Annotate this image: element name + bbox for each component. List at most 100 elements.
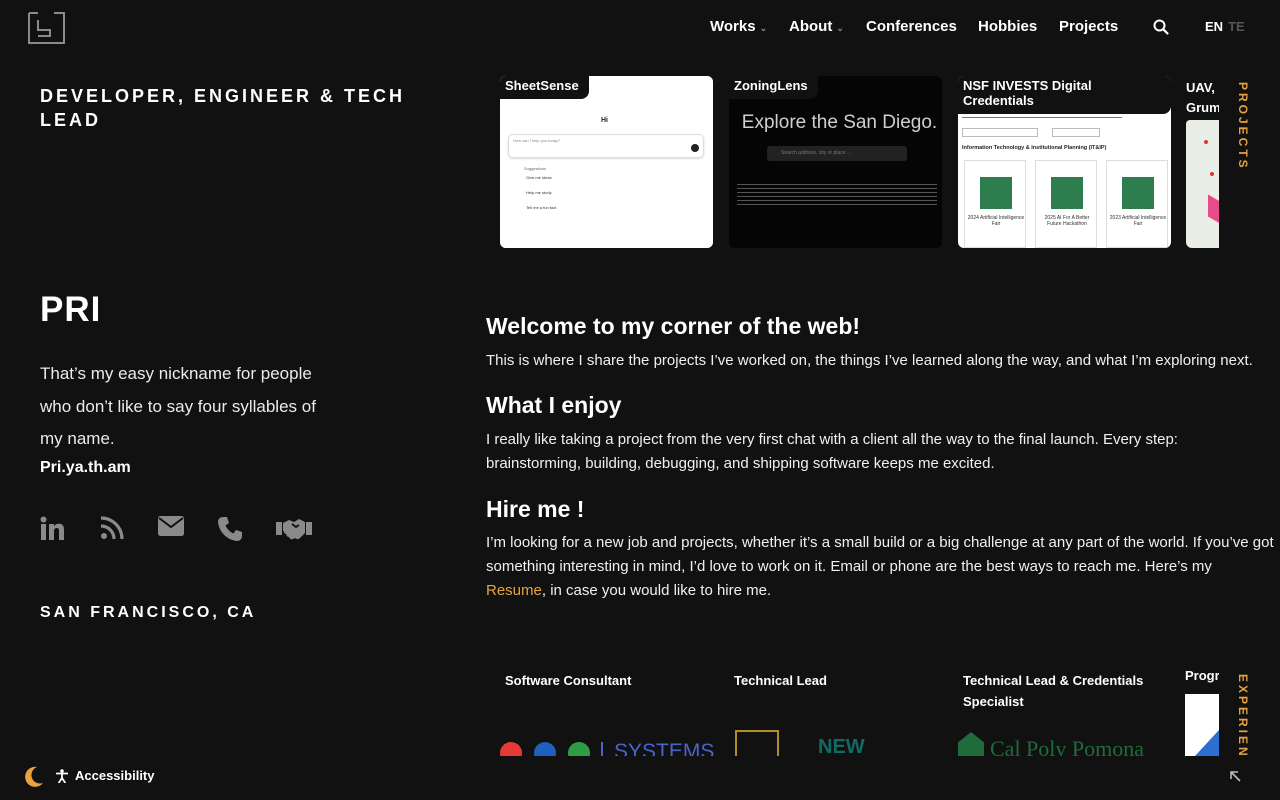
hire-text-before: I’m looking for a new job and projects, …	[486, 534, 1274, 575]
preview-text: Tell me a fun fact	[526, 205, 557, 210]
experience-section-tab[interactable]: EXPERIEN	[1236, 674, 1250, 756]
project-card-uav[interactable]: UAV, Grum	[1186, 76, 1219, 248]
badge-thumb	[1122, 177, 1154, 209]
preview-box: How can I help you today?	[508, 134, 704, 158]
preview-text: Suggestions	[524, 166, 547, 171]
nickname-heading: PRI	[40, 290, 102, 329]
preview-text: Give me ideas	[526, 175, 552, 180]
phone-icon[interactable]	[217, 516, 243, 542]
badge-card: 2024 Artificial Intelligence Fair	[964, 160, 1026, 248]
enjoy-text: I really like taking a project from the …	[486, 431, 1178, 472]
project-card-title: ZoningLens	[729, 76, 818, 99]
projects-section-tab[interactable]: PROJECTS	[1236, 82, 1250, 171]
accessibility-label: Accessibility	[75, 768, 155, 783]
role-title: DEVELOPER, ENGINEER & TECH LEAD	[40, 86, 406, 130]
experience-carousel: Software Consultant SYSTEMS Technical Le…	[500, 668, 1219, 756]
search-icon[interactable]	[1153, 19, 1169, 35]
project-card-title: UAV, Grum	[1186, 80, 1219, 115]
logo-divider	[601, 742, 603, 756]
logo-text: SYSTEMS	[614, 740, 715, 756]
enjoy-heading: What I enjoy	[486, 392, 622, 418]
rss-icon[interactable]	[100, 516, 124, 540]
company-logo: SYSTEMS	[500, 740, 715, 756]
preview-text: Information Technology & Institutional P…	[962, 145, 1107, 151]
company-logo	[1185, 694, 1219, 756]
company-logo-mark	[735, 730, 779, 756]
experience-title: Software Consultant	[505, 673, 632, 688]
map-marker	[1210, 172, 1214, 176]
nav-conferences[interactable]: Conferences	[866, 18, 957, 35]
nav-hobbies[interactable]: Hobbies	[978, 18, 1037, 35]
project-card-nsf-invests[interactable]: NSF INVESTS Digital Credentials Informat…	[958, 76, 1171, 248]
experience-title: Progr	[1185, 668, 1219, 683]
nav-about[interactable]: About ⌄	[789, 18, 844, 35]
language-switcher: EN TE	[1205, 19, 1245, 34]
chevron-down-icon: ⌄	[759, 23, 768, 33]
preview-text: Hi	[601, 117, 608, 124]
name-pronunciation: Pri.ya.th.am	[40, 459, 131, 476]
hire-text-after: , in case you would like to hire me.	[541, 582, 772, 599]
project-card-zoninglens[interactable]: ZoningLens Explore the San Diego. Search…	[729, 76, 942, 248]
nav-projects[interactable]: Projects	[1059, 18, 1118, 35]
nav-projects-label: Projects	[1059, 17, 1119, 35]
preview-text: 2024 Artificial Intelligence Fair	[967, 215, 1025, 227]
experience-title: Technical Lead & Credentials Specialist	[963, 673, 1144, 709]
welcome-text: This is where I share the projects I’ve …	[486, 352, 1253, 369]
nav-conferences-label: Conferences	[866, 17, 957, 35]
preview-paragraph	[737, 184, 937, 206]
projects-carousel: SheetSense Hi How can I help you today? …	[500, 76, 1219, 248]
logo-dot-green	[568, 742, 590, 756]
hire-heading: Hire me !	[486, 496, 585, 522]
nav-works-label: Works	[710, 17, 756, 35]
arrow-up-left-icon[interactable]	[1229, 770, 1241, 782]
location: SAN FRANCISCO, CA	[40, 604, 257, 621]
experience-card-programmer[interactable]: Progr	[1185, 668, 1219, 756]
project-card-sheetsense[interactable]: SheetSense Hi How can I help you today? …	[500, 76, 713, 248]
preview-search	[962, 128, 1038, 137]
logo-text: NEW	[818, 736, 865, 756]
nav-hobbies-label: Hobbies	[978, 17, 1038, 35]
linkedin-icon[interactable]	[40, 516, 65, 541]
map-preview	[1186, 120, 1219, 248]
badge-thumb	[1051, 177, 1083, 209]
experience-card-technical-lead[interactable]: Technical Lead NEW	[729, 668, 942, 756]
preview-heading: Explore the San Diego.	[741, 112, 938, 133]
nav-works[interactable]: Works ⌄	[710, 18, 767, 35]
moon-icon[interactable]	[24, 766, 44, 788]
preview-text: 2023 Artificial Intelligence Fair	[1109, 215, 1167, 227]
accessibility-button[interactable]: Accessibility	[56, 768, 155, 783]
project-card-title: SheetSense	[500, 76, 589, 99]
experience-card-technical-lead-credentials[interactable]: Technical Lead & Credentials Specialist …	[958, 668, 1171, 756]
logo-text: Cal Poly Pomona	[990, 736, 1145, 756]
lang-en[interactable]: EN	[1205, 19, 1223, 34]
badge-thumb	[980, 177, 1012, 209]
sheetsense-preview: Hi How can I help you today? Suggestions…	[500, 76, 713, 248]
logo-dot-blue	[534, 742, 556, 756]
map-region	[1208, 194, 1219, 224]
preview-text: How can I help you today?	[513, 138, 561, 143]
project-card-title: NSF INVESTS Digital Credentials	[958, 76, 1171, 114]
preview-text: Help me study	[526, 190, 552, 195]
logo-dot-red	[500, 742, 522, 756]
preview-text: Search address, city or place ...	[781, 150, 852, 156]
badge-card: 2023 Artificial Intelligence Fair	[1106, 160, 1168, 248]
preview-search: Search address, city or place ...	[767, 146, 907, 161]
logo-shape	[1195, 730, 1219, 756]
experience-title: Technical Lead	[734, 673, 827, 688]
chevron-down-icon: ⌄	[836, 23, 844, 33]
hire-text: I’m looking for a new job and projects, …	[486, 531, 1276, 603]
welcome-heading: Welcome to my corner of the web!	[486, 313, 861, 339]
resume-link[interactable]: Resume	[486, 582, 542, 599]
email-icon[interactable]	[158, 516, 184, 536]
company-logo-mark	[958, 732, 984, 756]
experience-card-software-consultant[interactable]: Software Consultant SYSTEMS	[500, 668, 715, 756]
badge-card: 2025 AI For A Better Future Hackathon	[1035, 160, 1097, 248]
preview-text: 2025 AI For A Better Future Hackathon	[1044, 215, 1090, 227]
map-marker	[1204, 140, 1208, 144]
accessibility-icon	[56, 768, 68, 783]
handshake-icon[interactable]	[276, 516, 312, 540]
lang-te[interactable]: TE	[1228, 19, 1245, 34]
nav-about-label: About	[789, 17, 833, 35]
nickname-note: That’s my easy nickname for people who d…	[40, 364, 316, 448]
logo-mark-icon[interactable]	[28, 12, 65, 44]
